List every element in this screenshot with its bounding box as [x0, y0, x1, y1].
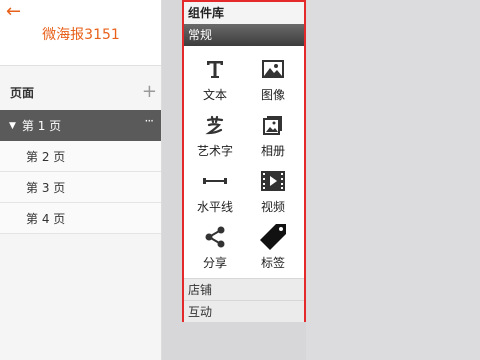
art-text-icon: [200, 110, 230, 140]
pages-section-header: 页面 +: [0, 74, 161, 110]
library-title: 组件库: [184, 2, 304, 24]
video-icon: [258, 166, 288, 196]
page-item-2[interactable]: 第 2 页: [0, 141, 161, 172]
component-label: 分享: [202, 256, 227, 270]
component-horizontal-line[interactable]: 水平线: [186, 166, 244, 222]
component-text[interactable]: 文本: [186, 54, 244, 110]
album-icon: [258, 110, 288, 140]
page-item-3[interactable]: 第 3 页: [0, 172, 161, 203]
component-tag[interactable]: 标签: [244, 222, 302, 278]
component-share[interactable]: 分享: [186, 222, 244, 278]
app-header: ← 微海报3151: [0, 0, 161, 66]
page-item-label: 第 3 页: [26, 180, 66, 195]
page-item-label: 第 4 页: [26, 211, 66, 226]
component-library-panel: 组件库 常规 文本 图像 艺术字 相册 水平线 视频 分享 标签 店铺 互动: [182, 0, 306, 322]
back-arrow-icon[interactable]: ←: [6, 2, 21, 22]
horizontal-line-icon: [200, 166, 230, 196]
component-art-text[interactable]: 艺术字: [186, 110, 244, 166]
tag-icon: [258, 222, 288, 252]
category-general[interactable]: 常规: [184, 24, 304, 46]
component-video[interactable]: 视频: [244, 166, 302, 222]
more-options-icon[interactable]: ···: [145, 114, 155, 128]
add-page-icon[interactable]: +: [142, 83, 157, 101]
image-icon: [258, 54, 288, 84]
component-album[interactable]: 相册: [244, 110, 302, 166]
component-label: 图像: [260, 88, 285, 102]
expand-triangle-icon: ▼: [9, 120, 16, 131]
component-label: 文本: [202, 88, 227, 102]
component-grid: 文本 图像 艺术字 相册 水平线 视频 分享 标签: [184, 46, 304, 278]
app-title: 微海报3151: [42, 27, 120, 43]
page-item-1[interactable]: ▼ 第 1 页 ···: [0, 110, 161, 141]
share-icon: [200, 222, 230, 252]
component-label: 相册: [260, 144, 285, 158]
component-image[interactable]: 图像: [244, 54, 302, 110]
pages-panel: ← 微海报3151 页面 + ▼ 第 1 页 ··· 第 2 页 第 3 页 第…: [0, 0, 162, 360]
component-label: 水平线: [196, 200, 233, 214]
page-item-label: 第 1 页: [21, 119, 62, 133]
component-label: 视频: [260, 200, 285, 214]
pages-section-label: 页面: [10, 85, 35, 100]
page-item-4[interactable]: 第 4 页: [0, 203, 161, 234]
editor-canvas[interactable]: [306, 0, 480, 360]
category-interaction[interactable]: 互动: [184, 300, 304, 322]
component-label: 艺术字: [196, 144, 233, 158]
component-label: 标签: [260, 256, 285, 270]
category-store[interactable]: 店铺: [184, 278, 304, 300]
page-item-label: 第 2 页: [26, 149, 66, 164]
text-icon: [200, 54, 230, 84]
